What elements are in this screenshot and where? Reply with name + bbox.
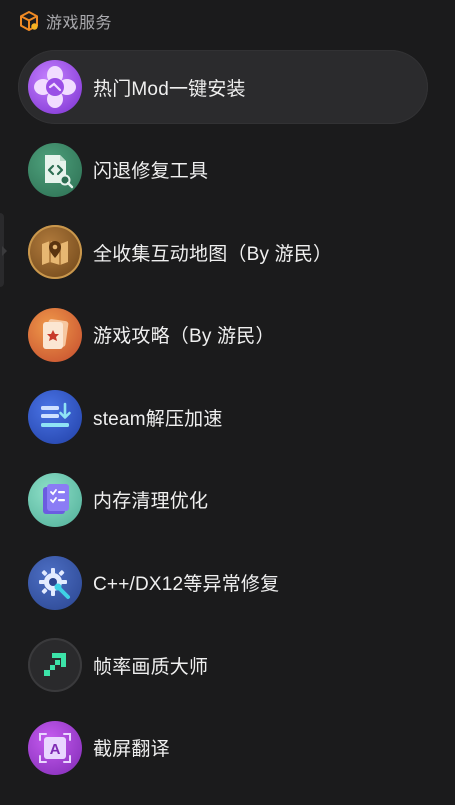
download-list-icon: [28, 390, 82, 445]
service-item-crash-fix[interactable]: 闪退修复工具: [18, 133, 428, 207]
service-item-label: 闪退修复工具: [93, 161, 209, 183]
service-item-screenshot-translate[interactable]: A 截屏翻译: [18, 711, 428, 785]
service-item-label: C++/DX12等异常修复: [93, 574, 280, 596]
game-services-panel: 游戏服务 热门Mod一键安装 闪退修复工具 全收集互动地图（By 游民） 游戏攻…: [0, 0, 455, 805]
service-item-label: 全收集互动地图（By 游民）: [93, 243, 333, 265]
service-item-label: 截屏翻译: [93, 739, 170, 761]
service-list: 热门Mod一键安装 闪退修复工具 全收集互动地图（By 游民） 游戏攻略（By …: [18, 50, 428, 793]
service-item-label: 内存清理优化: [93, 491, 209, 513]
service-item-label: 热门Mod一键安装: [93, 78, 246, 100]
pixel-arrow-icon: [28, 638, 82, 693]
service-item-game-guide[interactable]: 游戏攻略（By 游民）: [18, 298, 428, 372]
svg-text:A: A: [50, 741, 61, 758]
service-item-label: 帧率画质大师: [93, 656, 209, 678]
translate-a-icon: A: [28, 720, 82, 775]
mod-flower-icon: [28, 60, 82, 114]
service-item-steam-accelerate[interactable]: steam解压加速: [18, 380, 428, 454]
service-item-exception-fix[interactable]: C++/DX12等异常修复: [18, 546, 428, 620]
map-pin-icon: [28, 225, 82, 280]
gear-wrench-icon: [28, 555, 82, 610]
code-file-icon: [28, 142, 82, 197]
checklist-icon: [28, 472, 82, 527]
guide-book-icon: [28, 307, 82, 362]
service-item-interactive-map[interactable]: 全收集互动地图（By 游民）: [18, 215, 428, 289]
panel-title: 游戏服务: [46, 15, 113, 32]
service-item-memory-clean[interactable]: 内存清理优化: [18, 463, 428, 537]
service-item-mod-install[interactable]: 热门Mod一键安装: [18, 50, 428, 124]
panel-header: 游戏服务: [18, 8, 112, 34]
collapse-handle[interactable]: [0, 213, 7, 287]
service-item-framerate-master[interactable]: 帧率画质大师: [18, 628, 428, 702]
box-icon: [20, 11, 38, 31]
service-item-label: steam解压加速: [93, 408, 223, 430]
service-item-label: 游戏攻略（By 游民）: [93, 326, 275, 348]
